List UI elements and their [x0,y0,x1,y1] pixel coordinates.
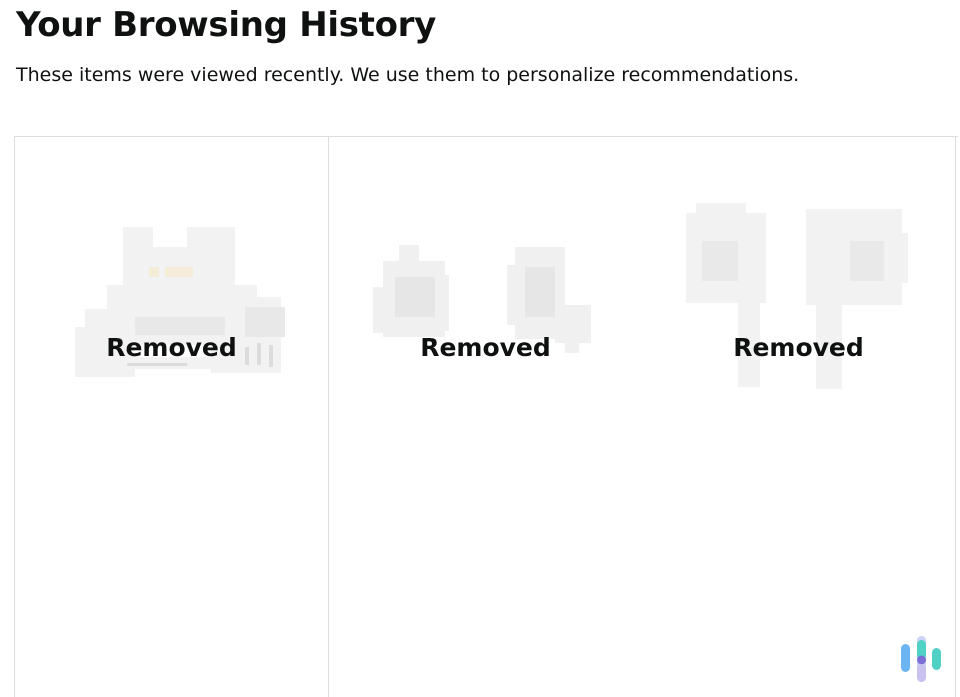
blurred-product-thumbnail-earbuds-icon [329,137,642,437]
blurred-product-thumbnail-cable-adapter-icon [15,137,328,437]
removed-label: Removed [106,333,237,362]
browsing-history-grid: Removed Removed Removed [14,136,958,697]
bars-logo-icon [898,634,944,684]
history-item-card[interactable]: Removed [642,137,955,689]
removed-label: Removed [420,333,551,362]
page-title: Your Browsing History [16,5,436,45]
page-subtitle: These items were viewed recently. We use… [16,64,800,86]
grid-right-border [955,137,956,697]
history-item-card[interactable]: Removed [15,137,328,689]
history-item-card[interactable]: Removed [329,137,642,689]
blurred-product-thumbnail-airpods-icon [642,137,955,437]
removed-label: Removed [733,333,864,362]
